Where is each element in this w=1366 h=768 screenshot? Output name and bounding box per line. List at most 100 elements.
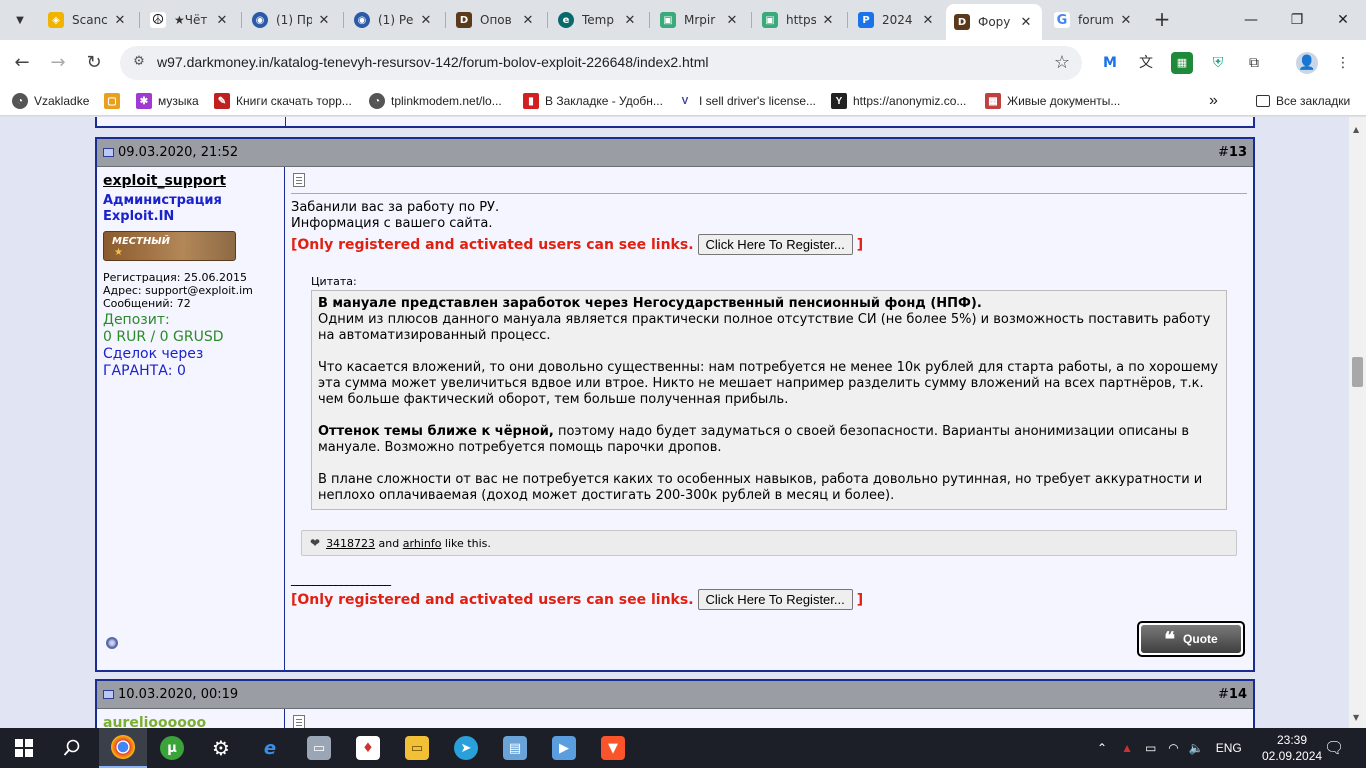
post-14: 10.03.2020, 00:19 #14 aurelioooooo [95,679,1255,728]
close-icon[interactable]: ✕ [520,13,536,28]
bookmark-item[interactable]: Yhttps://anonymiz.co... [831,92,966,110]
bookmark-item[interactable]: ▢ [104,92,126,110]
liker-link[interactable]: 3418723 [326,537,375,550]
book-icon: ✎ [214,93,230,109]
new-tab-button[interactable]: + [1150,8,1174,32]
taskbar-brave[interactable]: ▼ [589,728,637,768]
search-button[interactable] [48,728,96,768]
book-icon: ▤ [503,736,527,760]
bookmark-item[interactable]: ▦ Живые документы... [985,92,1120,110]
tab-2[interactable]: ☮ ★Чёт ✕ [142,4,238,36]
globe-icon: ◔ [369,93,385,109]
url-text[interactable]: w97.darkmoney.in/katalog-tenevyh-resurso… [157,54,708,70]
tab-3[interactable]: ◉ (1) Пр ✕ [244,4,340,36]
close-icon[interactable]: ✕ [418,13,434,28]
tab-1[interactable]: ◈ Scanc ✕ [40,4,136,36]
cards-icon: ♦ [356,736,380,760]
post-number-link[interactable]: #13 [1218,145,1247,160]
utorrent-icon: µ [160,736,184,760]
tab-8[interactable]: ▣ https ✕ [754,4,844,36]
tab-search-button[interactable]: ▼ [8,8,32,32]
battery-icon[interactable]: ▭ [1145,741,1156,755]
site-info-icon[interactable]: ⚙ [130,54,148,72]
restore-button[interactable]: ❐ [1282,8,1312,32]
post-number: 13 [1228,145,1247,160]
music-icon: ✱ [136,93,152,109]
star-icon: ★ [114,247,123,258]
translate-icon[interactable]: 文 [1135,52,1157,74]
tray-app-icon[interactable]: ▲ [1121,741,1133,755]
address-bar[interactable]: ⚙ w97.darkmoney.in/katalog-tenevyh-resur… [120,46,1082,80]
notifications-icon[interactable]: 🗨 [1324,728,1344,768]
scroll-up-icon[interactable]: ▲ [1353,125,1359,134]
taskbar-app-cards[interactable]: ♦ [344,728,392,768]
post-number-prefix: # [1218,145,1229,160]
bookmark-item[interactable]: V I sell driver's license... [677,92,816,110]
shield-icon[interactable]: ⛨ [1207,52,1229,74]
close-icon[interactable]: ✕ [724,13,740,28]
tab-6[interactable]: e Temp ✕ [550,4,646,36]
taskbar-chrome[interactable] [99,728,147,768]
language-indicator[interactable]: ENG [1216,741,1242,755]
gmail-icon[interactable]: M [1099,52,1121,74]
taskbar-app-media[interactable]: ▶ [540,728,588,768]
tab-11[interactable]: G forum ✕ [1046,4,1142,36]
close-icon[interactable]: ✕ [1118,13,1134,28]
page-scrollbar[interactable]: ▲ ▼ [1349,117,1366,728]
register-button[interactable]: Click Here To Register... [697,234,853,255]
clock[interactable]: 23:39 02.09.2024 [1262,732,1322,764]
bookmark-item[interactable]: ◔ tplinkmodem.net/lo... [369,92,502,110]
volume-icon[interactable]: 🔈 [1189,741,1204,755]
tab-5[interactable]: D Опов ✕ [448,4,544,36]
close-icon[interactable]: ✕ [1018,15,1034,30]
taskbar-utorrent[interactable]: µ [148,728,196,768]
reload-button[interactable]: ↻ [80,49,108,77]
minimize-button[interactable]: — [1236,8,1266,32]
scroll-thumb[interactable] [1352,357,1363,387]
close-icon[interactable]: ✕ [214,13,230,28]
forward-button[interactable]: → [44,49,72,77]
taskbar-telegram[interactable]: ➤ [442,728,490,768]
tab-7[interactable]: ▣ Mrpir ✕ [652,4,748,36]
extensions-puzzle-icon[interactable]: ⧉ [1243,52,1265,74]
menu-dots-icon[interactable]: ⋮ [1332,52,1354,74]
page-content: 09.03.2020, 21:52 #13 exploit_support Ад… [0,117,1349,728]
tab-4[interactable]: ◉ (1) Ре ✕ [346,4,442,36]
taskbar-app-monitor[interactable]: ▭ [295,728,343,768]
bookmark-item[interactable]: ▮ В Закладке - Удобн... [523,92,663,110]
close-window-button[interactable]: ✕ [1328,8,1358,32]
bookmark-item[interactable]: ✱ музыка [136,92,199,110]
taskbar-settings[interactable]: ⚙ [197,728,245,768]
quote-button[interactable]: ❝ Quote [1137,621,1245,657]
username-link[interactable]: aurelioooooo [103,715,278,728]
more-bookmarks-button[interactable]: » [1209,92,1218,110]
scroll-down-icon[interactable]: ▼ [1353,713,1359,722]
chevron-up-icon[interactable]: ⌃ [1097,741,1107,755]
liker-link[interactable]: arhinfo [403,537,442,550]
close-icon[interactable]: ✕ [622,13,638,28]
close-icon[interactable]: ✕ [920,13,936,28]
back-button[interactable]: ← [8,49,36,77]
offline-status-icon [106,637,118,649]
username-link[interactable]: exploit_support [103,173,278,189]
register-button[interactable]: Click Here To Register... [697,589,853,610]
close-icon[interactable]: ✕ [316,13,332,28]
post-13: 09.03.2020, 21:52 #13 exploit_support Ад… [95,137,1255,672]
extension-icon[interactable]: ▦ [1171,52,1193,74]
taskbar-ie[interactable]: e [246,728,294,768]
taskbar-explorer[interactable]: ▭ [393,728,441,768]
tab-10-active[interactable]: D Фору ✕ [946,4,1042,40]
bookmark-star-icon[interactable]: ☆ [1054,52,1070,73]
tab-9[interactable]: P 2024 ✕ [850,4,944,36]
wifi-icon[interactable]: ◠ [1168,741,1178,755]
post-number-link[interactable]: #14 [1218,687,1247,702]
bookmark-item[interactable]: ◔ Vzakladke [12,92,89,110]
bookmark-item[interactable]: ✎ Книги скачать торр... [214,92,352,110]
start-button[interactable] [0,728,48,768]
close-icon[interactable]: ✕ [112,13,128,28]
taskbar-app-book[interactable]: ▤ [491,728,539,768]
profile-avatar[interactable]: 👤 [1296,52,1318,74]
all-bookmarks-button[interactable]: Все закладки [1256,92,1350,110]
user-stats: Регистрация: 25.06.2015 Адрес: support@e… [103,271,278,310]
close-icon[interactable]: ✕ [820,13,836,28]
